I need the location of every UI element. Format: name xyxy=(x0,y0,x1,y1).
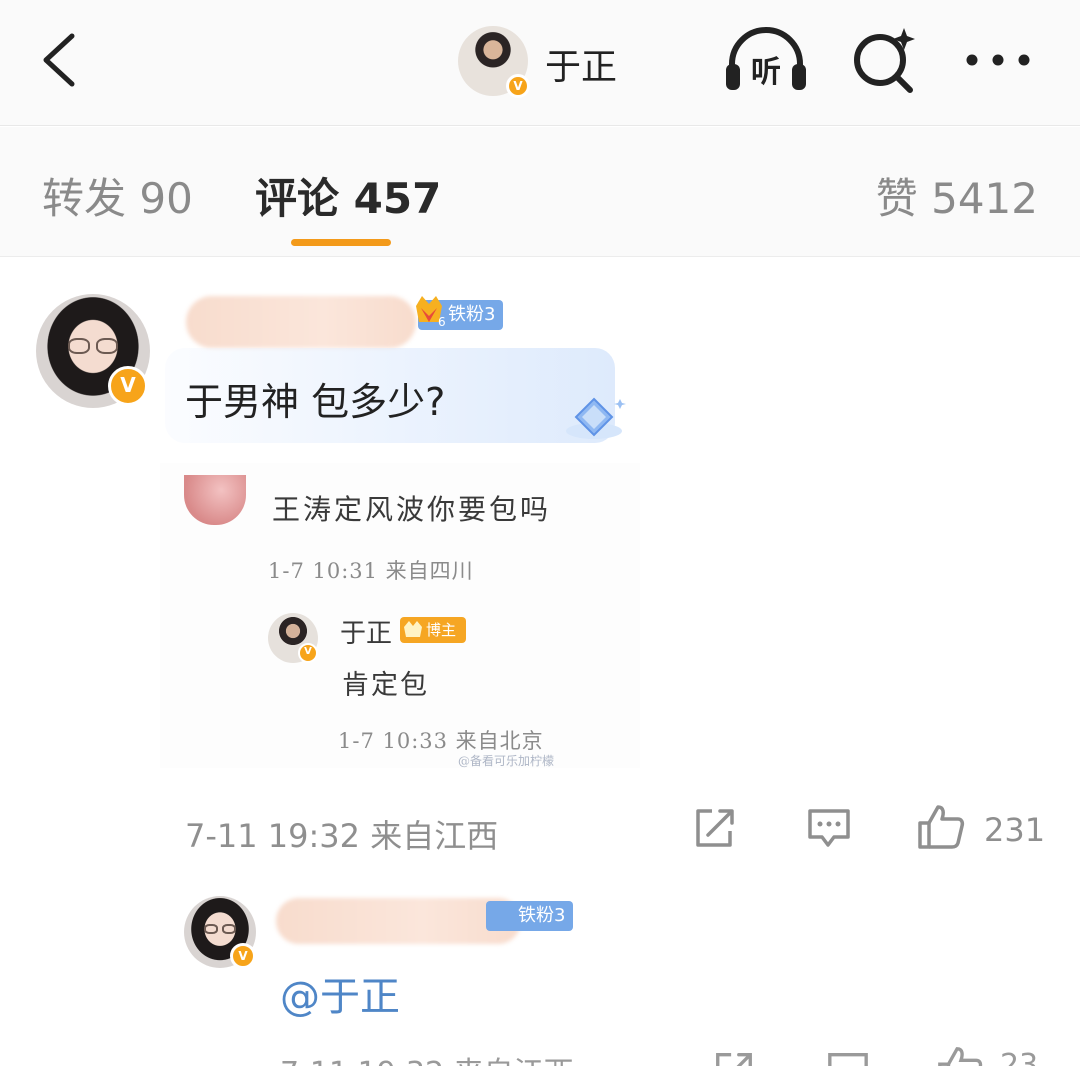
embedded-image[interactable]: 王涛定风波你要包吗 1-7 10:31 来自四川 V 于正 博主 肯定包 1-7… xyxy=(160,463,640,768)
tab-comments[interactable]: 评论 457 xyxy=(255,165,441,226)
fan-level-badge[interactable]: 6 铁粉3 xyxy=(416,296,504,330)
headphones-listen-icon[interactable]: 听 xyxy=(722,24,810,96)
tab-reposts-count: 90 xyxy=(139,174,193,223)
mention-link[interactable]: @于正 xyxy=(280,964,400,1022)
redacted-username xyxy=(186,296,416,348)
comment-text: 于男神 包多少? xyxy=(185,380,446,424)
fan-level-badge[interactable]: 铁粉3 xyxy=(486,901,574,931)
diamond-bubble-icon xyxy=(566,397,626,439)
glasses-shape xyxy=(68,338,90,354)
tab-comments-label: 评论 xyxy=(255,174,340,223)
top-nav-bar: V 于正 听 xyxy=(0,0,1080,126)
blogger-crown-icon xyxy=(404,621,422,637)
like-count: 231 xyxy=(984,811,1046,849)
verified-icon: V xyxy=(506,74,530,98)
reply-user-avatar xyxy=(184,475,246,525)
fan-badge-label: 铁粉3 xyxy=(448,304,496,325)
thumbs-up-icon[interactable] xyxy=(916,803,966,851)
redacted-username xyxy=(276,898,521,944)
repost-icon[interactable] xyxy=(712,1046,756,1066)
blogger-badge: 博主 xyxy=(400,617,466,643)
embedded-reply-text: 王涛定风波你要包吗 xyxy=(272,493,552,526)
blogger-badge-label: 博主 xyxy=(426,621,457,639)
tab-likes-label: 赞 xyxy=(875,174,918,223)
tab-reposts-label: 转发 xyxy=(42,174,127,223)
verified-icon: V xyxy=(230,943,256,969)
fan-crown-icon: 6 xyxy=(416,296,446,329)
image-watermark: @备看可乐加柠檬 xyxy=(458,754,555,768)
search-sparkle-icon[interactable] xyxy=(850,24,920,96)
glasses-shape xyxy=(222,924,236,934)
fan-badge-label: 铁粉3 xyxy=(518,905,566,926)
tab-comments-count: 457 xyxy=(353,174,442,223)
embedded-author-avatar: V xyxy=(268,613,318,663)
listen-label: 听 xyxy=(751,55,781,90)
verified-icon: V xyxy=(298,643,318,663)
thumbs-up-icon[interactable] xyxy=(936,1044,984,1066)
sub-like-count: 23 xyxy=(1000,1048,1039,1066)
comment-time-location: 7-11 19:32 来自江西 xyxy=(185,817,499,855)
sub-comment-time-location: 7-11 19:32 来自江西 xyxy=(280,1048,574,1066)
reply-comment-icon[interactable] xyxy=(826,1046,870,1066)
back-chevron-icon[interactable] xyxy=(34,30,90,90)
embedded-author-reply: 肯定包 xyxy=(342,670,429,701)
reply-comment-icon[interactable] xyxy=(806,803,852,851)
tab-likes-count: 5412 xyxy=(931,174,1038,223)
comment-list: V 6 铁粉3 于男神 包多少? 王涛定风波你要包吗 1-7 10:31 来自四… xyxy=(0,258,1080,1066)
glasses-shape xyxy=(204,924,218,934)
active-tab-indicator xyxy=(291,239,391,246)
repost-icon[interactable] xyxy=(692,803,738,851)
tab-reposts[interactable]: 转发 90 xyxy=(42,165,193,226)
tab-bar: 转发 90 评论 457 赞 5412 xyxy=(0,127,1080,257)
embedded-author-meta: 1-7 10:33 来自北京 xyxy=(338,729,544,753)
verified-icon: V xyxy=(108,366,148,406)
author-name[interactable]: 于正 xyxy=(545,38,617,90)
tab-likes[interactable]: 赞 5412 xyxy=(876,165,1038,226)
more-dots-icon[interactable] xyxy=(962,40,1034,80)
fan-level-number: 6 xyxy=(438,315,446,329)
embedded-author-name: 于正 xyxy=(340,619,393,649)
embedded-reply-meta: 1-7 10:31 来自四川 xyxy=(268,559,474,583)
author-avatar[interactable]: V xyxy=(458,26,530,98)
glasses-shape xyxy=(96,338,118,354)
